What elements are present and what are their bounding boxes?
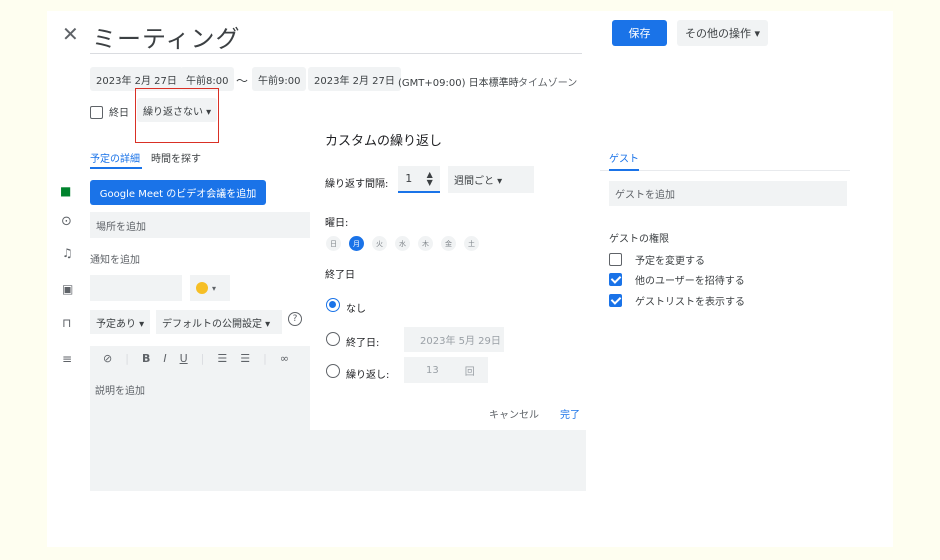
end-never-radio[interactable] (326, 298, 340, 312)
day-tuesday[interactable]: 火 (372, 236, 387, 251)
all-day-label: 終日 (109, 108, 129, 119)
more-actions-button[interactable]: その他の操作 ▾ (677, 20, 769, 46)
description-icon: ≡ (62, 352, 73, 366)
event-title[interactable]: ミーティング (92, 19, 241, 54)
end-date[interactable]: 2023年 2月 27日 (308, 67, 401, 91)
all-day-checkbox[interactable] (90, 104, 103, 123)
bulleted-list-icon[interactable]: ☰ (240, 352, 250, 365)
permission-modify-label: 予定を変更する (635, 256, 705, 267)
link-icon[interactable]: ∞ (280, 352, 289, 365)
occurrences-unit: 回 (464, 366, 475, 378)
cancel-button[interactable]: キャンセル (489, 406, 539, 421)
interval-label: 繰り返す間隔: (325, 179, 389, 190)
end-after-radio[interactable] (326, 364, 340, 378)
add-google-meet-button[interactable]: Google Meet のビデオ会議を追加 (90, 180, 266, 205)
tab-event-details[interactable]: 予定の詳細 (90, 150, 140, 165)
visibility-select[interactable]: デフォルトの公開設定 ▾ (156, 310, 282, 334)
permission-modify-checkbox[interactable] (609, 251, 622, 270)
calendar-select[interactable] (90, 275, 182, 301)
end-label: 終了日 (325, 270, 355, 281)
weekday-label: 曜日: (325, 218, 349, 229)
bold-button[interactable]: B (142, 352, 150, 365)
timezone[interactable]: (GMT+09:00) 日本標準時 (398, 74, 519, 89)
guests-tab-underline (609, 169, 639, 171)
day-monday[interactable]: 月 (349, 236, 364, 251)
tab-guests[interactable]: ゲスト (609, 150, 639, 165)
briefcase-icon: ⊓ (62, 316, 72, 330)
close-icon[interactable]: ✕ (62, 22, 79, 46)
permission-invite-checkbox[interactable] (609, 271, 622, 290)
location-input[interactable]: 場所を追加 (90, 212, 310, 238)
format-toolbar: ⊘ | B I U | ☰ ☰ | ∞ (103, 352, 289, 365)
interval-value: 1 (405, 172, 413, 185)
occurrences-value: 13 (426, 364, 439, 376)
attachment-icon[interactable]: ⊘ (103, 352, 112, 365)
color-dot (196, 282, 208, 294)
day-wednesday[interactable]: 水 (395, 236, 410, 251)
busy-select[interactable]: 予定あり ▾ (90, 310, 150, 334)
guest-permissions-title: ゲストの権限 (609, 234, 669, 245)
day-friday[interactable]: 金 (441, 236, 456, 251)
permission-see-list-label: ゲストリストを表示する (635, 297, 745, 308)
timezone-link[interactable]: タイムゾーン (518, 74, 577, 89)
stepper-icon[interactable]: ▲ ▼ (427, 170, 433, 187)
end-on-date-radio[interactable] (326, 332, 340, 346)
interval-input[interactable]: 1 ▲ ▼ (398, 166, 440, 193)
add-guests-input[interactable]: ゲストを追加 (609, 181, 847, 206)
end-time[interactable]: 午前9:00 (252, 67, 307, 91)
end-never-label: なし (346, 304, 366, 315)
color-select[interactable]: ▾ (190, 275, 230, 301)
dialog-title: カスタムの繰り返し (325, 134, 443, 149)
end-on-date-label: 終了日: (346, 338, 380, 349)
time-separator: 〜 (236, 74, 249, 88)
underline-button[interactable]: U (180, 352, 188, 365)
italic-button[interactable]: I (163, 352, 166, 365)
done-button[interactable]: 完了 (560, 406, 580, 421)
bell-icon: ♫ (62, 246, 73, 260)
calendar-icon: ▣ (62, 282, 74, 296)
description-placeholder: 説明を追加 (95, 386, 145, 397)
tab-find-time[interactable]: 時間を探す (151, 150, 201, 165)
day-thursday[interactable]: 木 (418, 236, 433, 251)
numbered-list-icon[interactable]: ☰ (217, 352, 227, 365)
title-underline (90, 53, 582, 54)
highlight-box (135, 88, 219, 143)
help-icon[interactable]: ? (288, 312, 302, 326)
permission-invite-label: 他のユーザーを招待する (635, 276, 745, 287)
save-button[interactable]: 保存 (612, 20, 667, 46)
google-meet-icon: ■ (60, 184, 72, 198)
end-date-input[interactable]: 2023年 5月 29日 (404, 327, 504, 352)
permission-see-list-checkbox[interactable] (609, 292, 622, 311)
occurrences-input[interactable]: 13 回 (404, 357, 488, 383)
interval-unit-select[interactable]: 週間ごと ▾ (448, 166, 534, 193)
add-notification-link[interactable]: 通知を追加 (90, 251, 140, 266)
end-after-label: 繰り返し: (346, 370, 390, 381)
day-saturday[interactable]: 土 (464, 236, 479, 251)
location-icon: ⊙ (61, 214, 72, 229)
tab-underline (90, 167, 142, 169)
day-sunday[interactable]: 日 (326, 236, 341, 251)
